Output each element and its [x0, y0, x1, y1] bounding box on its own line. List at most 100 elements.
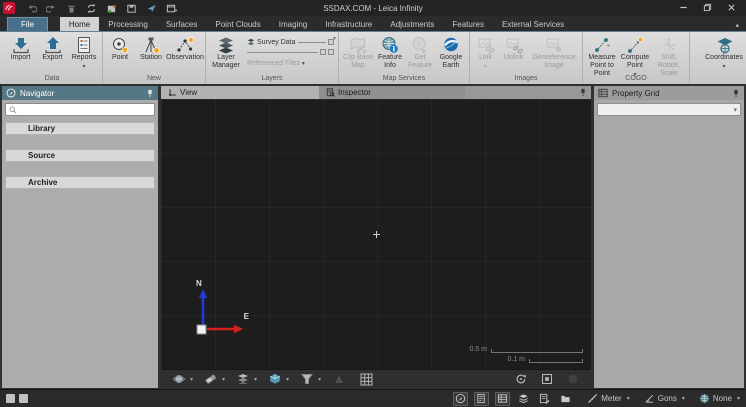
collapse-ribbon-icon[interactable]	[735, 21, 739, 31]
save-icon[interactable]	[126, 3, 137, 14]
tab-inspector[interactable]: Inspector	[319, 86, 465, 99]
publish-icon[interactable]	[146, 3, 157, 14]
layer-name: Survey Data	[257, 39, 296, 46]
link-label: Link	[479, 54, 492, 62]
toggle-layers-button[interactable]	[516, 392, 531, 406]
tab-home[interactable]: Home	[60, 17, 99, 31]
leica-app-icon[interactable]	[3, 2, 15, 14]
layer-list-dropdown-icon[interactable]	[333, 35, 336, 42]
scale-minor-bracket	[529, 359, 583, 363]
new-observation-button[interactable]: Observation	[167, 34, 203, 62]
layers-view-button[interactable]	[237, 373, 249, 385]
window-controls	[679, 0, 736, 17]
import-button[interactable]: Import	[4, 34, 37, 62]
refresh-view-button[interactable]	[515, 373, 527, 385]
selection-tool-dropdown-icon[interactable]	[222, 376, 225, 383]
grid-toggle-button[interactable]	[360, 373, 373, 386]
navigator-item-source[interactable]: Source	[5, 149, 155, 162]
undo-icon[interactable]	[26, 3, 37, 14]
georeference-image-button: Georeference Image	[528, 34, 580, 70]
toggle-property-grid-button[interactable]	[495, 392, 510, 406]
view-orientation-dropdown-icon[interactable]	[190, 376, 193, 383]
new-point-button[interactable]: Point	[105, 34, 135, 62]
referenced-files-dropdown[interactable]: Referenced Files	[247, 60, 334, 67]
group-label-new: New	[105, 74, 203, 84]
measure-point-to-point-button[interactable]: Measure Point to Point	[585, 34, 619, 78]
navigator-item-archive[interactable]: Archive	[5, 176, 155, 189]
crs-label: None	[713, 394, 732, 403]
status-indicator-icon[interactable]	[19, 394, 28, 403]
compute-point-label: Compute Point	[619, 54, 651, 70]
sync-icon[interactable]	[86, 3, 97, 14]
new-station-button[interactable]: Station	[135, 34, 167, 62]
tab-surfaces[interactable]: Surfaces	[157, 17, 207, 31]
layer-manager-button[interactable]: Layer Manager	[208, 34, 244, 70]
axis-north-label: N	[196, 279, 202, 288]
clip-base-map-label: Clip Base Map	[341, 54, 375, 70]
zoom-extents-button[interactable]	[541, 373, 553, 385]
selection-tool-button[interactable]	[205, 373, 217, 385]
navigator-search-input[interactable]	[5, 103, 155, 116]
project-folder-button[interactable]	[558, 392, 573, 406]
axis-east-label: E	[244, 312, 249, 321]
tab-features[interactable]: Features	[443, 17, 493, 31]
view-mode-dropdown-icon[interactable]	[286, 376, 289, 383]
layer-visibility-checkbox[interactable]	[320, 49, 326, 55]
tab-file[interactable]: File	[7, 17, 48, 31]
tab-adjustments[interactable]: Adjustments	[381, 17, 443, 31]
minimize-button[interactable]	[679, 0, 688, 17]
property-object-select[interactable]	[597, 103, 741, 116]
pin-icon[interactable]	[579, 86, 591, 99]
close-button[interactable]	[727, 0, 736, 17]
restore-button[interactable]	[703, 0, 712, 17]
tab-infrastructure[interactable]: Infrastructure	[316, 17, 381, 31]
layers-view-dropdown-icon[interactable]	[254, 376, 257, 383]
view-orientation-button[interactable]	[173, 373, 185, 385]
observation-icon	[176, 35, 194, 54]
tab-imaging[interactable]: Imaging	[270, 17, 316, 31]
archive-icon[interactable]	[106, 3, 117, 14]
toggle-navigator-button[interactable]	[453, 392, 468, 406]
tab-processing[interactable]: Processing	[99, 17, 157, 31]
map-canvas[interactable]: N E 0.5 m 0.1 m	[161, 99, 591, 369]
redo-icon[interactable]	[46, 3, 57, 14]
distance-unit-dropdown[interactable]: Meter	[587, 393, 629, 404]
report-status-button[interactable]	[537, 392, 552, 406]
unlink-icon	[505, 35, 523, 54]
navigator-item-library[interactable]: Library	[5, 122, 155, 135]
view-tab-label: View	[180, 88, 197, 97]
reports-button[interactable]: Reports	[68, 34, 100, 69]
tab-view[interactable]: View	[161, 86, 319, 99]
filter-button[interactable]	[301, 373, 313, 385]
angle-unit-dropdown[interactable]: Gons	[644, 393, 685, 404]
ribbon-group-map-services: Clip Base Map Feature Info Get Feature G…	[339, 32, 470, 84]
pin-icon[interactable]	[146, 89, 154, 98]
main-area: Navigator Library Source Archive View	[0, 84, 746, 389]
compute-point-button[interactable]: Compute Point	[619, 34, 651, 77]
navigator-title: Navigator	[20, 89, 54, 98]
feature-info-label: Feature Info	[375, 54, 405, 70]
google-earth-button[interactable]: Google Earth	[435, 34, 467, 70]
navigator-body: Library Source Archive	[2, 100, 158, 388]
reports-icon	[76, 35, 92, 54]
filter-dropdown-icon[interactable]	[318, 376, 321, 383]
layer-manager-icon	[217, 35, 235, 54]
crs-dropdown[interactable]: None	[699, 393, 740, 404]
google-earth-icon	[442, 35, 460, 54]
delete-icon[interactable]	[66, 3, 77, 14]
coordinates-button[interactable]: Coordinates	[698, 34, 746, 69]
tab-external-services[interactable]: External Services	[493, 17, 573, 31]
layer-visibility-checkbox[interactable]	[328, 49, 334, 55]
ribbon-group-layers: Layer Manager Survey Data	[206, 32, 339, 84]
view-mode-cube-button[interactable]	[269, 373, 281, 385]
status-indicator-icon[interactable]	[6, 394, 15, 403]
reports-dropdown-icon	[82, 62, 85, 69]
feature-info-button[interactable]: Feature Info	[375, 34, 405, 70]
layer-row-survey-data[interactable]: Survey Data	[247, 37, 334, 47]
tab-point-clouds[interactable]: Point Clouds	[206, 17, 269, 31]
export-button[interactable]: Export	[37, 34, 68, 62]
pin-icon[interactable]	[732, 89, 740, 98]
new-window-icon[interactable]	[166, 3, 177, 14]
property-grid-header: Property Grid	[594, 86, 744, 100]
toggle-inspector-button[interactable]	[474, 392, 489, 406]
